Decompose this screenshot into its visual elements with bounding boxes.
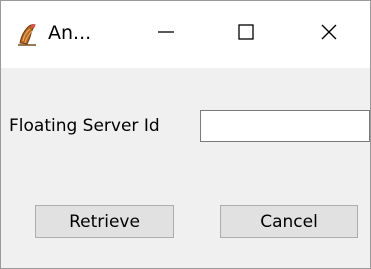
close-button[interactable] [306, 11, 352, 57]
floating-server-id-label: Floating Server Id [9, 116, 160, 136]
floating-server-id-input[interactable] [200, 110, 370, 142]
title-bar[interactable]: An... [1, 1, 370, 68]
dialog-window: An... Floating Server Id Retrieve Cancel [0, 0, 371, 269]
minimize-icon [156, 22, 176, 46]
retrieve-button[interactable]: Retrieve [35, 205, 174, 238]
java-duke-icon [14, 21, 40, 47]
minimize-button[interactable] [143, 11, 189, 57]
dialog-content: Floating Server Id Retrieve Cancel [1, 68, 370, 268]
maximize-icon [236, 22, 256, 46]
close-icon [319, 22, 339, 46]
cancel-button[interactable]: Cancel [220, 205, 358, 238]
window-title: An... [48, 22, 92, 44]
maximize-button[interactable] [223, 11, 269, 57]
